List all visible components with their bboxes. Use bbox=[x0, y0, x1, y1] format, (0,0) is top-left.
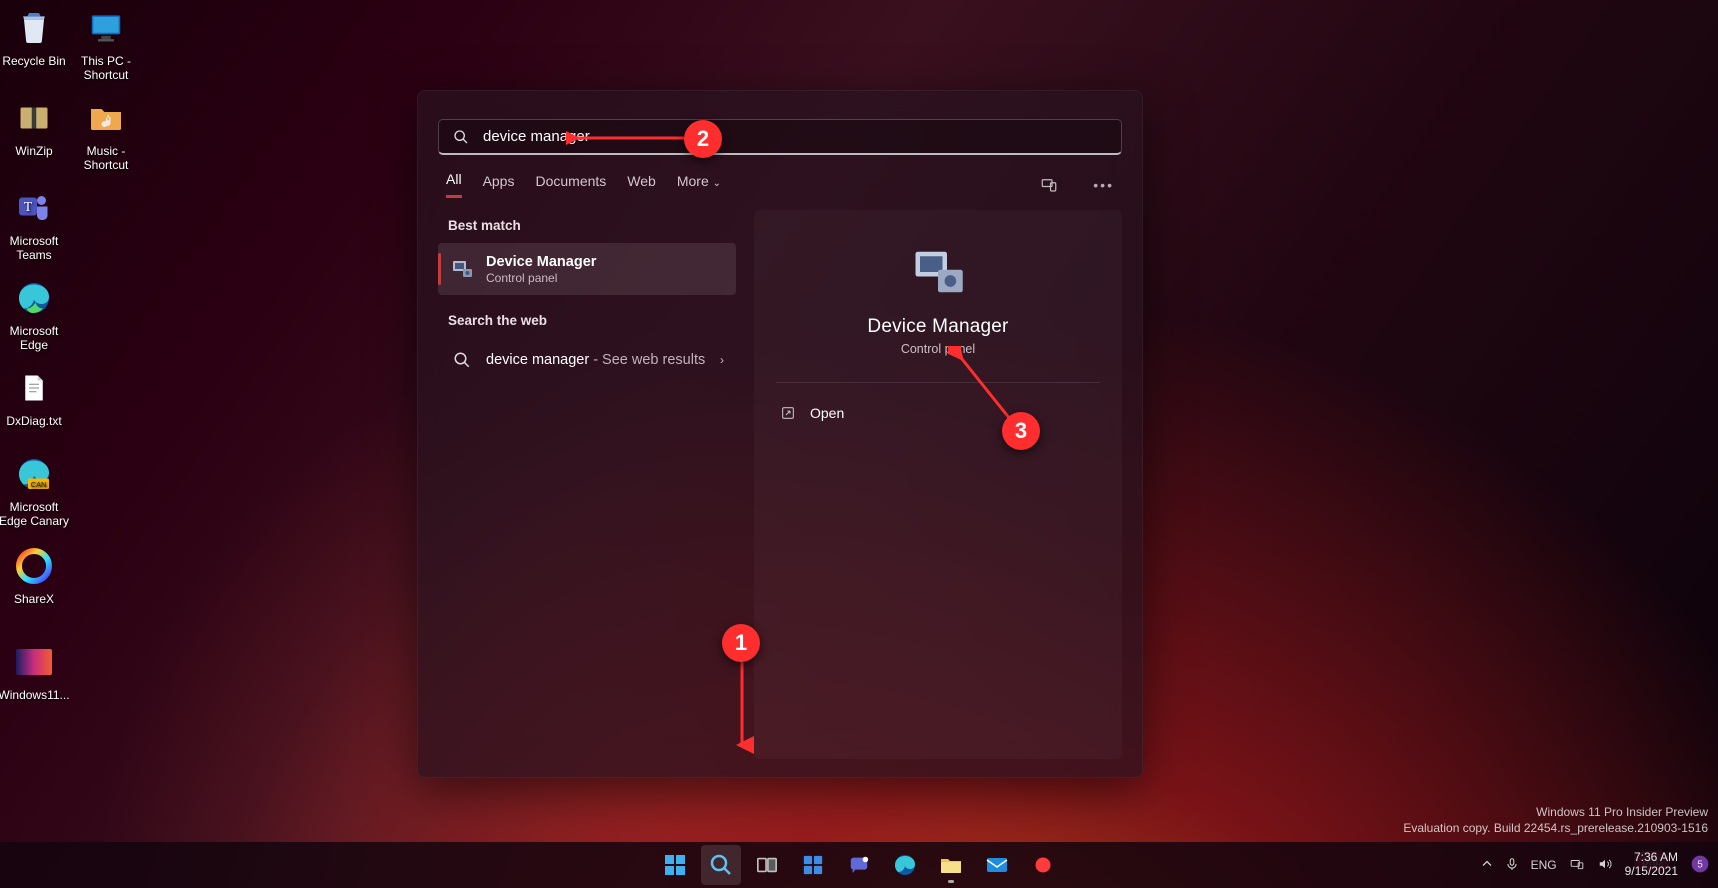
device-manager-icon bbox=[910, 244, 966, 300]
taskbar-widgets[interactable] bbox=[793, 845, 833, 885]
text-file-icon bbox=[12, 366, 56, 410]
folder-icon bbox=[939, 853, 963, 877]
taskbar-start-button[interactable] bbox=[655, 845, 695, 885]
preview-subtitle: Control panel bbox=[901, 342, 975, 356]
result-title: Device Manager bbox=[486, 253, 596, 271]
tray-network-icon[interactable] bbox=[1569, 857, 1585, 874]
taskbar-chat[interactable] bbox=[839, 845, 879, 885]
desktop-icon-dxdiag[interactable]: DxDiag.txt bbox=[0, 366, 70, 428]
tab-all[interactable]: All bbox=[446, 171, 462, 198]
desktop-icon-label: Recycle Bin bbox=[0, 54, 70, 68]
search-icon bbox=[709, 853, 733, 877]
desktop-icon-this-pc[interactable]: This PC - Shortcut bbox=[70, 6, 142, 83]
search-box[interactable] bbox=[438, 119, 1122, 155]
taskbar-record[interactable] bbox=[1023, 845, 1063, 885]
chevron-down-icon: ⌄ bbox=[713, 178, 721, 189]
chat-icon bbox=[848, 854, 870, 876]
more-options-icon[interactable]: ••• bbox=[1093, 177, 1114, 193]
svg-text:CAN: CAN bbox=[31, 480, 47, 489]
result-subtitle: Control panel bbox=[486, 271, 596, 285]
desktop-icon-label: DxDiag.txt bbox=[0, 414, 70, 428]
device-manager-icon bbox=[450, 257, 474, 281]
svg-text:5: 5 bbox=[1697, 859, 1703, 870]
tray-chevron-up-icon[interactable] bbox=[1481, 858, 1493, 873]
desktop-icon-label: This PC - Shortcut bbox=[70, 54, 142, 83]
action-open[interactable]: Open bbox=[776, 395, 1100, 431]
mail-icon bbox=[985, 853, 1009, 877]
desktop-icon-recycle-bin[interactable]: Recycle Bin bbox=[0, 6, 70, 68]
desktop-icon-label: Microsoft Teams bbox=[0, 234, 70, 263]
taskbar-search-button[interactable] bbox=[701, 845, 741, 885]
desktop-watermark: Windows 11 Pro Insider Preview Evaluatio… bbox=[1403, 804, 1708, 836]
search-icon bbox=[453, 129, 469, 145]
annotation-badge-3: 3 bbox=[1002, 412, 1040, 450]
desktop-icon-label: Microsoft Edge bbox=[0, 324, 70, 353]
search-input[interactable] bbox=[481, 127, 1107, 146]
desktop-icon-label: Music - Shortcut bbox=[70, 144, 142, 173]
desktop-icon-edge-canary[interactable]: CAN Microsoft Edge Canary bbox=[0, 452, 70, 529]
search-icon bbox=[450, 348, 474, 372]
tray-notification-icon[interactable]: 5 bbox=[1690, 854, 1710, 877]
desktop-icon-label: Windows11... bbox=[0, 688, 70, 702]
results-column: Best match Device Manager Control panel … bbox=[438, 210, 736, 759]
task-view-icon bbox=[756, 854, 778, 876]
result-device-manager[interactable]: Device Manager Control panel bbox=[438, 243, 736, 295]
archive-icon bbox=[12, 96, 56, 140]
tab-apps[interactable]: Apps bbox=[483, 173, 515, 197]
result-title: device manager - See web results bbox=[486, 351, 705, 369]
taskbar-explorer[interactable] bbox=[931, 845, 971, 885]
tab-documents[interactable]: Documents bbox=[535, 173, 606, 197]
taskbar-edge[interactable] bbox=[885, 845, 925, 885]
tab-web[interactable]: Web bbox=[627, 173, 656, 197]
monitor-icon bbox=[84, 6, 128, 50]
action-label: Open bbox=[810, 405, 844, 421]
preview-title: Device Manager bbox=[867, 316, 1008, 338]
teams-icon: T bbox=[12, 186, 56, 230]
desktop-icon-edge[interactable]: Microsoft Edge bbox=[0, 276, 70, 353]
open-icon bbox=[780, 405, 796, 421]
taskbar: ENG 7:36 AM 9/15/2021 5 bbox=[0, 842, 1718, 888]
system-tray: ENG 7:36 AM 9/15/2021 5 bbox=[1481, 842, 1710, 888]
desktop-icon-sharex[interactable]: ShareX bbox=[0, 544, 70, 606]
desktop-icon-label: ShareX bbox=[0, 592, 70, 606]
edge-icon bbox=[12, 276, 56, 320]
search-web-label: Search the web bbox=[438, 305, 736, 338]
edge-icon bbox=[893, 853, 917, 877]
chevron-right-icon: › bbox=[720, 353, 724, 367]
best-match-label: Best match bbox=[438, 210, 736, 243]
annotation-badge-2: 2 bbox=[684, 120, 722, 158]
taskbar-mail[interactable] bbox=[977, 845, 1017, 885]
desktop-icon-label: Microsoft Edge Canary bbox=[0, 500, 70, 529]
image-file-icon bbox=[12, 640, 56, 684]
tab-more[interactable]: More ⌄ bbox=[677, 173, 721, 197]
music-folder-icon bbox=[84, 96, 128, 140]
tray-clock[interactable]: 7:36 AM 9/15/2021 bbox=[1625, 851, 1678, 879]
desktop-icon-label: WinZip bbox=[0, 144, 70, 158]
edge-canary-icon: CAN bbox=[12, 452, 56, 496]
tray-volume-icon[interactable] bbox=[1597, 857, 1613, 874]
preview-pane: Device Manager Control panel Open bbox=[754, 210, 1122, 759]
windows-logo-icon bbox=[663, 853, 687, 877]
tray-language[interactable]: ENG bbox=[1531, 858, 1557, 872]
record-icon bbox=[1033, 855, 1053, 875]
tray-microphone-icon[interactable] bbox=[1505, 857, 1519, 874]
sharex-icon bbox=[12, 544, 56, 588]
recycle-bin-icon bbox=[12, 6, 56, 50]
desktop-icon-music[interactable]: Music - Shortcut bbox=[70, 96, 142, 173]
annotation-badge-1: 1 bbox=[722, 624, 760, 662]
search-link-device-icon[interactable] bbox=[1040, 176, 1058, 194]
taskbar-task-view[interactable] bbox=[747, 845, 787, 885]
desktop[interactable]: Recycle Bin WinZip T Microsoft Teams Mic… bbox=[0, 0, 1718, 888]
widgets-icon bbox=[802, 854, 824, 876]
search-tabs: All Apps Documents Web More ⌄ ••• bbox=[438, 155, 1122, 202]
desktop-icon-winzip[interactable]: WinZip bbox=[0, 96, 70, 158]
desktop-icon-teams[interactable]: T Microsoft Teams bbox=[0, 186, 70, 263]
result-web-search[interactable]: device manager - See web results › bbox=[438, 338, 736, 382]
svg-text:T: T bbox=[24, 199, 33, 214]
desktop-icon-windows11[interactable]: Windows11... bbox=[0, 640, 70, 702]
